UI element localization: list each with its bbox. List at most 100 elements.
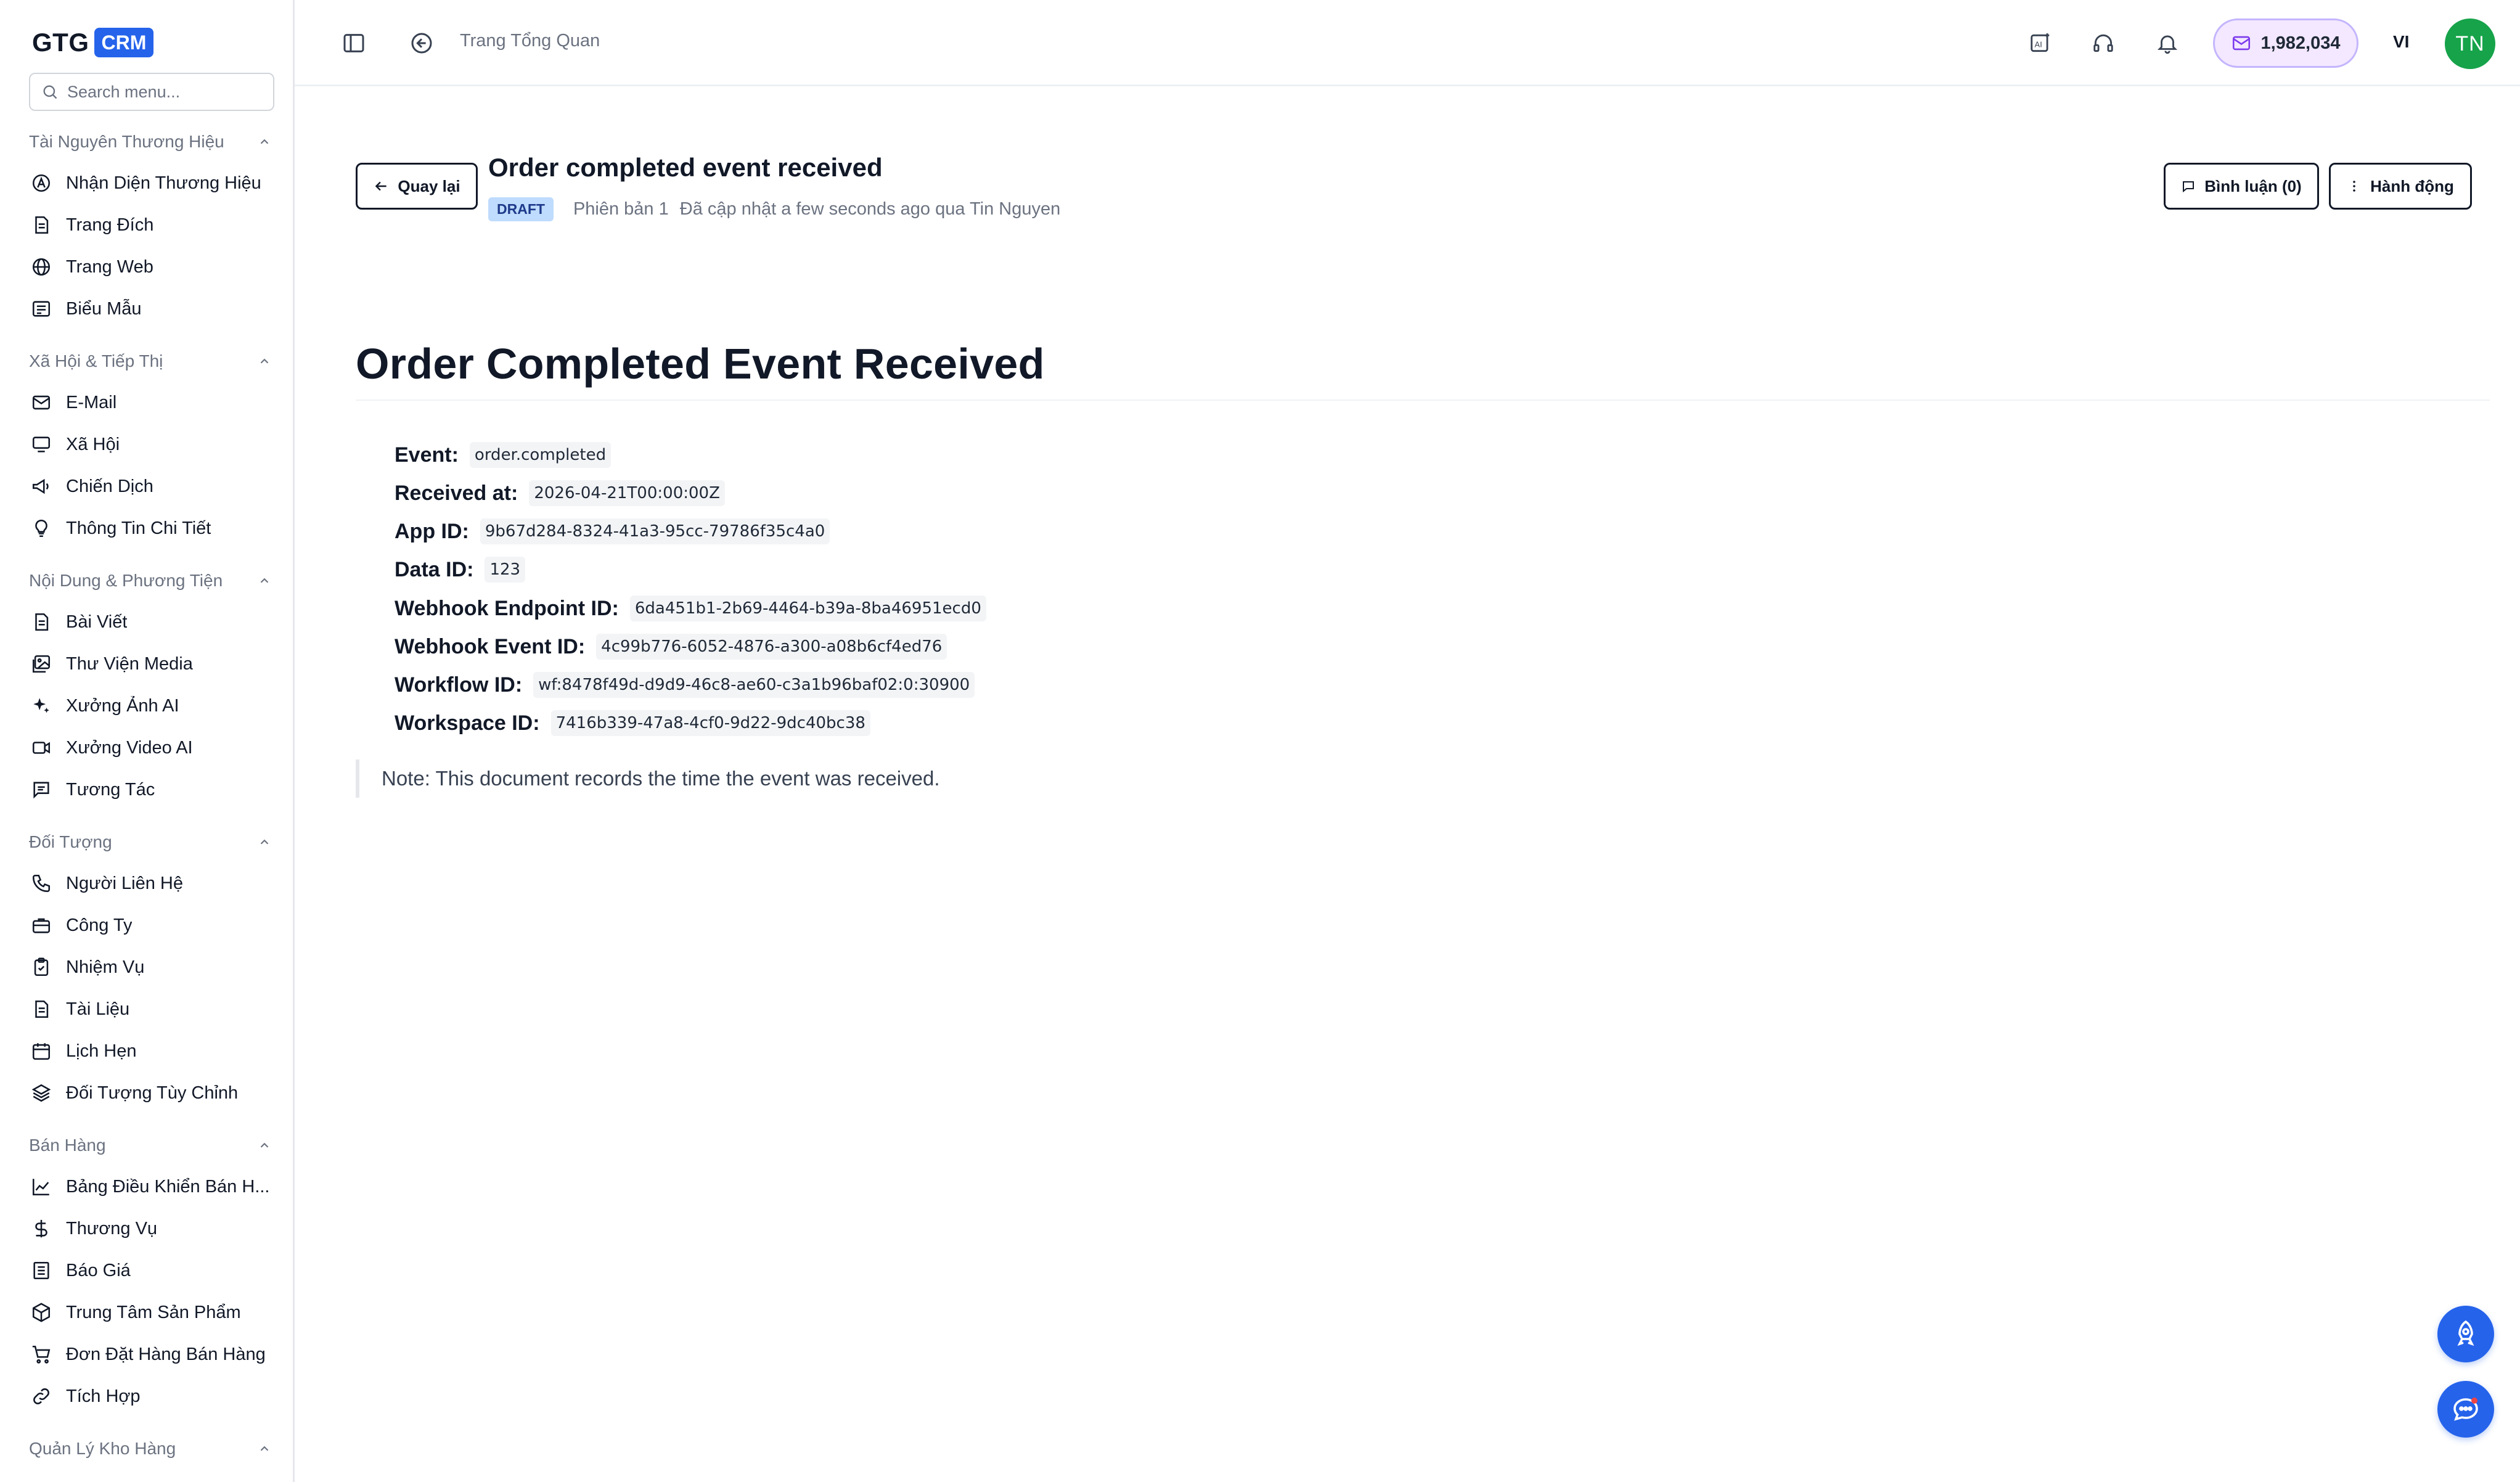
sidebar-item-label: Tương Tác (66, 779, 155, 800)
section-title: Đối Tượng (29, 832, 112, 851)
sidebar-item-contacts[interactable]: Người Liên Hệ (29, 868, 276, 899)
sidebar-item-deals[interactable]: Thương Vụ (29, 1213, 276, 1244)
field-value: 123 (485, 557, 526, 583)
image-library-icon (29, 652, 54, 676)
sidebar-item-campaigns[interactable]: Chiến Dịch (29, 471, 276, 502)
sidebar-item-documents[interactable]: Tài Liệu (29, 994, 276, 1025)
lightbulb-icon (29, 516, 54, 541)
sidebar-item-appointments[interactable]: Lịch Hẹn (29, 1036, 276, 1066)
sidebar-item-website[interactable]: Trang Web (29, 252, 276, 282)
sidebar-item-custom-objects[interactable]: Đối Tượng Tùy Chỉnh (29, 1078, 276, 1108)
sidebar-item-articles[interactable]: Bài Viết (29, 607, 276, 637)
form-icon (29, 297, 54, 321)
chevron-up-icon (255, 571, 274, 591)
rocket-icon (2457, 1320, 2474, 1346)
sidebar-item-product-center[interactable]: Trung Tâm Sản Phẩm (29, 1297, 276, 1328)
section-header-content-media[interactable]: Nội Dung & Phương Tiện (29, 568, 274, 593)
notifications-button[interactable] (2149, 25, 2186, 62)
field-value: 9b67d284-8324-41a3-95cc-79786f35c4a0 (480, 518, 830, 544)
version-label: Phiên bản 1 (573, 199, 669, 219)
sidebar-item-ai-image-studio[interactable]: Xưởng Ảnh AI (29, 690, 276, 721)
sidebar-item-label: Biểu Mẫu (66, 298, 142, 319)
field-app-id: App ID: 9b67d284-8324-41a3-95cc-79786f35… (395, 516, 830, 547)
sidebar-item-insights[interactable]: Thông Tin Chi Tiết (29, 513, 276, 544)
globe-icon (29, 255, 54, 279)
chevron-up-icon (255, 132, 274, 152)
sidebar-item-label: Bảng Điều Khiển Bán H... (66, 1176, 270, 1197)
chat-icon (29, 777, 54, 802)
sidebar-search[interactable] (29, 73, 274, 111)
support-button[interactable] (2085, 25, 2122, 62)
document-heading: Order Completed Event Received (356, 340, 1045, 388)
chevron-up-icon (255, 1439, 274, 1459)
top-bar: Trang Tổng Quan AI 1,982,034 VI TN (295, 0, 2520, 86)
sidebar-item-label: Thông Tin Chi Tiết (66, 518, 211, 538)
document-note: Note: This document records the time the… (356, 759, 940, 798)
back-nav-button[interactable] (403, 25, 440, 62)
sidebar-item-companies[interactable]: Công Ty (29, 910, 276, 941)
sidebar-item-label: Thương Vụ (66, 1218, 158, 1238)
launch-button[interactable] (2437, 1306, 2494, 1362)
more-vertical-icon (2353, 181, 2355, 192)
arrow-left-circle-icon (411, 33, 432, 54)
actions-button[interactable]: Hành động (2329, 163, 2472, 210)
ai-assistant-button[interactable]: AI (2022, 25, 2059, 62)
search-icon (43, 85, 57, 99)
chevron-up-icon (255, 832, 274, 852)
section-header-social-marketing[interactable]: Xã Hội & Tiếp Thị (29, 349, 274, 374)
chat-support-button[interactable] (2437, 1381, 2494, 1438)
sidebar-item-label: Nhiệm Vụ (66, 957, 145, 977)
sidebar-item-interactions[interactable]: Tương Tác (29, 774, 276, 805)
credits-balance-button[interactable]: 1,982,034 (2213, 18, 2358, 68)
document-title: Order completed event received (488, 153, 883, 182)
field-value: 7416b339-47a8-4cf0-9d22-9dc40bc38 (550, 710, 870, 736)
section-header-sales[interactable]: Bán Hàng (29, 1133, 274, 1158)
app-logo[interactable]: GTG CRM (32, 27, 154, 58)
comments-button[interactable]: Bình luận (0) (2164, 163, 2319, 210)
sidebar-item-media-library[interactable]: Thư Viện Media (29, 649, 276, 679)
sidebar-item-sales-dashboard[interactable]: Bảng Điều Khiển Bán H... (29, 1171, 276, 1202)
sidebar-item-label: Xã Hội (66, 434, 120, 454)
line-chart-icon (29, 1174, 54, 1199)
sidebar-item-integrations[interactable]: Tích Hợp (29, 1381, 276, 1412)
updated-info: Đã cập nhật a few seconds ago qua Tin Ng… (679, 199, 1061, 219)
svg-text:AI: AI (2035, 39, 2042, 49)
brand-badge: CRM (94, 28, 154, 57)
actions-label: Hành động (2370, 176, 2454, 195)
heading-divider (356, 399, 2490, 401)
sidebar-item-ai-video-studio[interactable]: Xưởng Video AI (29, 732, 276, 763)
breadcrumb[interactable]: Trang Tổng Quan (460, 31, 600, 51)
layers-icon (29, 1081, 54, 1105)
document-icon (29, 997, 54, 1021)
ai-icon: AI (2031, 33, 2050, 52)
sidebar-item-label: Nhận Diện Thương Hiệu (66, 173, 261, 193)
sidebar-item-forms[interactable]: Biểu Mẫu (29, 293, 276, 324)
section-header-objects[interactable]: Đối Tượng (29, 830, 274, 854)
sidebar-item-quotes[interactable]: Báo Giá (29, 1255, 276, 1286)
status-badge: DRAFT (488, 197, 554, 221)
field-value: 6da451b1-2b69-4464-b39a-8ba46951ecd0 (629, 596, 986, 621)
field-key: App ID: (395, 519, 469, 543)
chevron-up-icon (255, 351, 274, 371)
sidebar-item-label: Thư Viện Media (66, 653, 193, 674)
back-button[interactable]: Quay lại (356, 163, 478, 210)
comment-icon (2183, 181, 2195, 193)
section-header-brand-resources[interactable]: Tài Nguyên Thương Hiệu (29, 129, 274, 154)
search-menu-input[interactable] (67, 82, 264, 102)
sidebar-toggle-button[interactable] (335, 25, 372, 62)
dollar-icon (29, 1216, 54, 1241)
field-event: Event: order.completed (395, 440, 612, 470)
sidebar-item-landing-page[interactable]: Trang Đích (29, 210, 276, 240)
sidebar-item-label: Tích Hợp (66, 1386, 141, 1406)
sidebar-item-social[interactable]: Xã Hội (29, 429, 276, 460)
sidebar-item-sales-orders[interactable]: Đơn Đặt Hàng Bán Hàng (29, 1339, 276, 1370)
user-avatar[interactable]: TN (2445, 18, 2495, 69)
headphones-icon (2093, 34, 2113, 52)
language-selector[interactable]: VI (2393, 32, 2409, 52)
field-key: Received at: (395, 481, 518, 505)
sidebar-item-brand-identity[interactable]: Nhận Diện Thương Hiệu (29, 168, 276, 199)
section-header-inventory[interactable]: Quản Lý Kho Hàng (29, 1436, 274, 1461)
sidebar-item-tasks[interactable]: Nhiệm Vụ (29, 952, 276, 983)
sidebar-item-email[interactable]: E-Mail (29, 387, 276, 418)
note-text: Note: This document records the time the… (382, 767, 940, 790)
